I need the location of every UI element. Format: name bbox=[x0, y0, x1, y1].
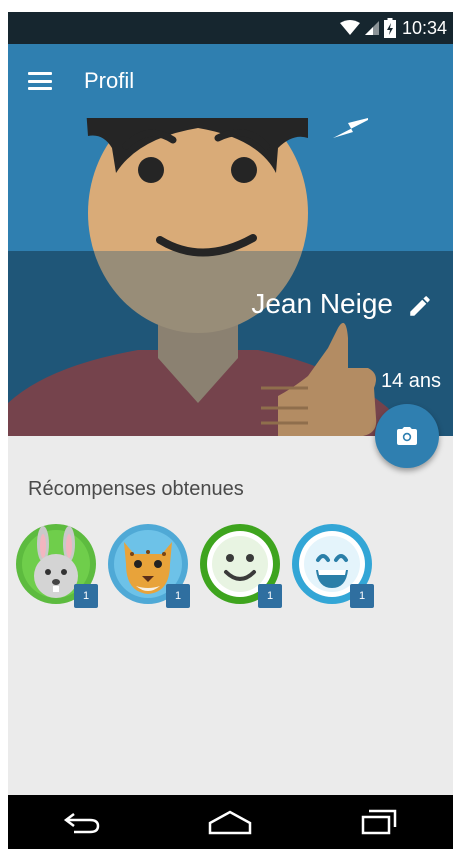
rewards-title: Récompenses obtenues bbox=[28, 478, 244, 500]
reward-badge-laughing[interactable]: 1 bbox=[292, 524, 374, 608]
reward-badge-leopard[interactable]: 1 bbox=[108, 524, 190, 608]
change-photo-button[interactable] bbox=[375, 404, 439, 468]
profile-header: Jean Neige 14 ans bbox=[8, 118, 453, 436]
camera-icon bbox=[397, 427, 417, 445]
edit-pencil-icon[interactable] bbox=[407, 293, 433, 319]
reward-badge-smiley[interactable]: 1 bbox=[200, 524, 282, 608]
home-icon bbox=[209, 810, 252, 835]
recent-apps-button[interactable] bbox=[349, 802, 409, 842]
reward-count: 1 bbox=[74, 584, 98, 608]
status-time: 10:34 bbox=[401, 17, 447, 38]
reward-count: 1 bbox=[350, 584, 374, 608]
profile-name: Jean Neige bbox=[251, 288, 393, 319]
app-bar-title: Profil bbox=[84, 68, 135, 93]
battery-charging-icon bbox=[383, 18, 396, 38]
back-button[interactable] bbox=[52, 802, 112, 842]
rewards-section: Récompenses obtenues 1 1 1 1 bbox=[8, 436, 453, 795]
navigation-bar bbox=[8, 795, 453, 849]
back-icon bbox=[64, 813, 100, 834]
wifi-icon bbox=[339, 20, 360, 35]
recent-apps-icon bbox=[361, 809, 397, 835]
hamburger-menu-icon[interactable] bbox=[28, 69, 52, 93]
signal-icon bbox=[364, 21, 379, 35]
reward-count: 1 bbox=[166, 584, 190, 608]
reward-badge-rabbit[interactable]: 1 bbox=[16, 524, 98, 608]
home-button[interactable] bbox=[200, 802, 260, 842]
phone-screen: 10:34 Profil Jean Neige 14 ans Récompens… bbox=[8, 12, 453, 849]
status-bar: 10:34 bbox=[8, 12, 453, 44]
app-bar: Profil bbox=[8, 44, 453, 118]
reward-count: 1 bbox=[258, 584, 282, 608]
profile-age: 14 ans bbox=[380, 370, 441, 392]
status-icons: 10:34 bbox=[339, 12, 447, 44]
